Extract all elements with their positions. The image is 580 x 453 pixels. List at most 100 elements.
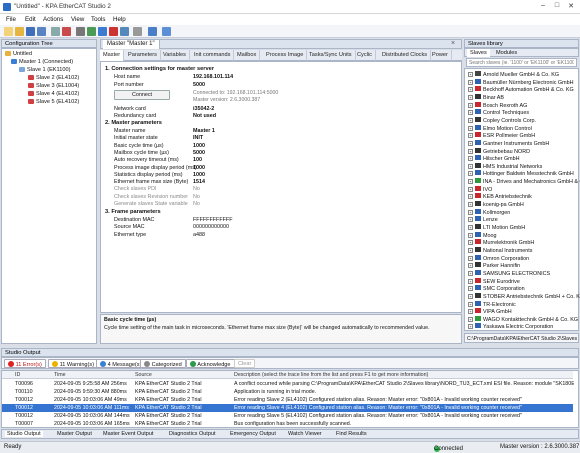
cut-icon[interactable] — [51, 27, 60, 36]
output-row[interactable]: T00096 2024-09-05 9:25:58 AM 256ms KPA Eth… — [2, 380, 574, 388]
output-row[interactable]: T00012 2024-09-05 10:03:06 AM 49ms KPA Eth… — [2, 396, 573, 404]
expand-icon[interactable]: + — [468, 278, 473, 284]
vendor-item[interactable]: + Bosch Rexroth AG — [468, 101, 527, 109]
tab-watch-viewer[interactable]: Watch Viewer — [288, 431, 322, 437]
menu-tools[interactable]: Tools — [91, 16, 105, 23]
vendor-item[interactable]: + IVO — [468, 185, 492, 193]
vendor-item[interactable]: + Arnold Mueller GmbH & Co. KG — [468, 71, 559, 78]
expand-icon[interactable]: + — [468, 140, 473, 146]
menu-edit[interactable]: Edit — [25, 16, 36, 23]
document-tab-master[interactable]: Master "Master 1" — [103, 40, 160, 49]
expand-icon[interactable]: + — [468, 171, 473, 177]
vendor-item[interactable]: + Kollmorgen — [468, 208, 510, 216]
expand-icon[interactable]: + — [468, 286, 473, 292]
tab-emergency-output[interactable]: Emergency Output — [230, 431, 276, 437]
clear-button[interactable]: Clear — [234, 359, 256, 368]
new-file-icon[interactable] — [4, 27, 13, 36]
acknowledge-button[interactable]: Acknowledge — [186, 359, 235, 368]
vendor-item[interactable]: + Binar AB — [468, 93, 504, 101]
vendor-item[interactable]: + Moog — [468, 231, 497, 239]
expand-icon[interactable]: + — [468, 316, 473, 322]
warnings-filter[interactable]: 11 Warning(s) — [48, 359, 99, 368]
vendor-item[interactable]: + STOBER Antriebstechnik GmbH + Co. KG — [468, 292, 580, 300]
menu-file[interactable]: File — [6, 16, 16, 23]
expand-icon[interactable]: + — [468, 240, 473, 246]
vendor-item[interactable]: + Hottinger Baldwin Messtechnik GmbH — [468, 170, 574, 177]
tab-init-commands[interactable]: Init commands — [191, 50, 235, 61]
arrow-icon[interactable] — [133, 27, 142, 36]
undo-icon[interactable] — [76, 27, 85, 36]
col-time[interactable]: Time — [54, 372, 66, 378]
expand-icon[interactable]: + — [468, 225, 473, 230]
param-value[interactable]: No — [193, 201, 200, 207]
vendor-item[interactable]: + Gantner Instruments GmbH — [468, 139, 549, 147]
vendor-item[interactable]: + Hilscher GmbH — [468, 155, 520, 162]
errors-filter[interactable]: 11 Error(s) — [4, 359, 46, 368]
param-value[interactable]: FFFFFFFFFFFF — [193, 217, 233, 223]
tab-tasks-sync-units[interactable]: Tasks/Sync Units — [306, 50, 356, 61]
close-tab-icon[interactable]: × — [451, 40, 455, 47]
tab-variables[interactable]: Variables — [160, 50, 190, 61]
expand-icon[interactable]: + — [468, 186, 473, 192]
vendor-item[interactable]: + ESR Pollmeier GmbH — [468, 132, 535, 139]
vendor-item[interactable]: + INA - Drives and Mechatronics GmbH & Co… — [468, 178, 580, 185]
slave-icon[interactable] — [120, 27, 129, 36]
tab-studio-output[interactable]: Studio Output — [5, 431, 43, 437]
search-icon[interactable] — [148, 27, 157, 36]
vendor-item[interactable]: + Getriebebau NORD — [468, 147, 530, 155]
vendor-item[interactable]: + SAMSUNG ELECTRONICS — [468, 269, 550, 277]
tab-modules[interactable]: Modules — [493, 49, 520, 57]
menu-view[interactable]: View — [71, 16, 84, 23]
expand-icon[interactable]: + — [468, 102, 473, 108]
param-value[interactable]: 1000 — [193, 165, 205, 171]
output-row[interactable]: T00012 2024-09-05 10:03:06 AM 111ms KPA Et… — [2, 404, 573, 412]
expand-icon[interactable]: + — [468, 117, 473, 123]
maximize-button[interactable]: □ — [552, 2, 562, 11]
expand-icon[interactable]: + — [468, 133, 473, 139]
vendor-item[interactable]: + koenig-pa GmbH — [468, 201, 524, 208]
connect-icon[interactable] — [87, 27, 96, 36]
param-value[interactable]: 000000000000 — [193, 224, 229, 230]
expand-icon[interactable]: + — [468, 293, 473, 299]
vendor-item[interactable]: + National Instruments — [468, 246, 532, 254]
expand-icon[interactable]: + — [468, 110, 473, 116]
redundancy-value[interactable]: Not used — [193, 113, 216, 119]
output-row[interactable]: T00110 2024-09-05 9:59:30 AM 880ms KPA Eth… — [2, 388, 573, 396]
col-id[interactable]: ID — [15, 372, 20, 378]
vendor-item[interactable]: + WAGO Kontakttechnik GmbH & Co. KG — [468, 315, 578, 323]
menu-help[interactable]: Help — [113, 16, 126, 23]
vendor-item[interactable]: + TR-Electronic — [468, 300, 516, 308]
vendor-item[interactable]: + Elmo Motion Control — [468, 124, 532, 132]
vendor-item[interactable]: + SMC Corporation — [468, 285, 525, 292]
expand-icon[interactable]: + — [468, 263, 473, 269]
menu-actions[interactable]: Actions — [43, 16, 63, 23]
expand-icon[interactable]: + — [468, 156, 473, 162]
tab-process-image[interactable]: Process Image — [263, 50, 308, 61]
param-value[interactable]: 5000 — [193, 150, 205, 156]
tab-diagnostics-output[interactable]: Diagnostics Output — [169, 431, 215, 437]
param-value[interactable]: 100 — [193, 157, 202, 163]
expand-icon[interactable]: + — [468, 232, 473, 238]
expand-icon[interactable]: + — [468, 270, 473, 276]
tab-find-results[interactable]: Find Results — [336, 431, 367, 437]
expand-icon[interactable]: + — [468, 163, 473, 169]
param-value[interactable]: 1000 — [193, 143, 205, 149]
host-value[interactable]: 192.168.101.114 — [193, 74, 233, 80]
vendor-item[interactable]: + Baumüller Nürnberg Electronic GmbH — [468, 78, 573, 86]
tree-node-slave4[interactable]: Slave 4 (EL4102) — [28, 91, 79, 97]
expand-icon[interactable]: + — [468, 79, 473, 85]
tree-node-slave1[interactable]: Slave 1 (EK1100) — [19, 67, 70, 73]
tab-master-event-output[interactable]: Master Event Output — [103, 431, 153, 437]
save-icon[interactable] — [26, 27, 35, 36]
vendor-item[interactable]: + SEW Eurodrive — [468, 277, 520, 285]
tab-master[interactable]: Master — [100, 50, 125, 61]
expand-icon[interactable]: + — [468, 255, 473, 261]
param-value[interactable]: No — [193, 194, 200, 200]
expand-icon[interactable]: + — [468, 209, 473, 215]
tab-parameters[interactable]: Parameters — [125, 50, 161, 61]
expand-icon[interactable]: + — [468, 72, 473, 77]
categorized-button[interactable]: Categorized — [140, 359, 186, 368]
tab-power[interactable]: Power — [429, 50, 452, 61]
expand-icon[interactable]: + — [468, 125, 473, 131]
expand-icon[interactable]: + — [468, 217, 473, 223]
